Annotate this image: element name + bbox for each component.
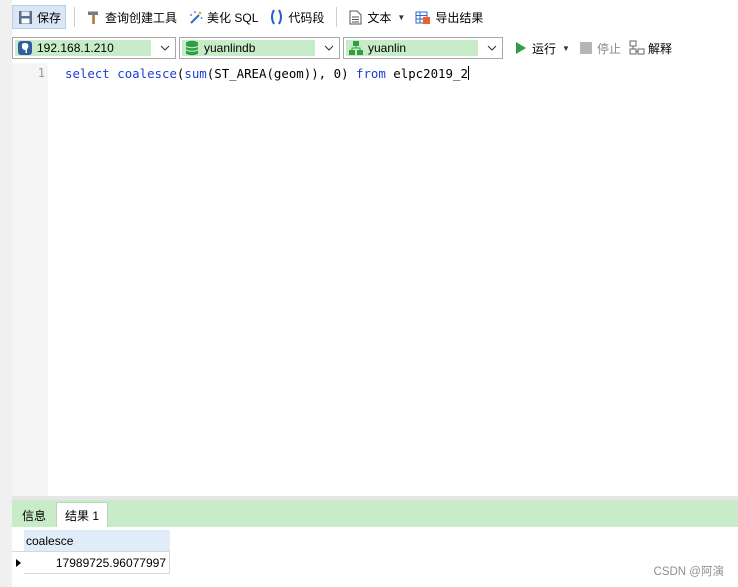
query-builder-label: 查询创建工具	[105, 10, 178, 25]
postgres-elephant-icon	[17, 40, 33, 56]
result-grid: coalesce 17989725.96077997	[12, 530, 170, 574]
explain-button[interactable]: 解释	[629, 40, 672, 57]
row-header-corner	[12, 530, 24, 551]
explain-label: 解释	[647, 41, 672, 56]
code-snippet-label: 代码段	[288, 10, 325, 25]
stop-icon	[579, 42, 592, 54]
chevron-down-icon[interactable]	[319, 38, 339, 58]
sql-text: )	[341, 66, 356, 81]
save-icon	[17, 9, 33, 25]
table-row[interactable]: 17989725.96077997	[12, 552, 170, 574]
save-label: 保存	[37, 10, 62, 25]
line-number: 1	[37, 66, 45, 80]
text-mode-label: 文本	[367, 10, 392, 25]
sql-keyword: select	[65, 66, 110, 81]
chevron-down-icon[interactable]	[482, 38, 502, 58]
explain-icon	[629, 40, 645, 56]
beautify-sql-label: 美化 SQL	[207, 10, 259, 25]
sql-function: coalesce	[117, 66, 177, 81]
run-label: 运行	[532, 41, 557, 56]
grid-header: coalesce	[12, 530, 170, 552]
row-pointer-icon	[12, 552, 24, 574]
sql-editor[interactable]: 1 select coalesce(sum(ST_AREA(geom)), 0)…	[12, 63, 738, 496]
sql-keyword: from	[356, 66, 386, 81]
code-line[interactable]: select coalesce(sum(ST_AREA(geom)), 0) f…	[65, 66, 469, 81]
run-button[interactable]: 运行 ▼	[514, 40, 570, 57]
watermark: CSDN @阿演	[653, 566, 724, 578]
text-mode-button[interactable]: 文本 ▼	[343, 5, 409, 29]
chevron-down-icon[interactable]: ▼	[397, 13, 405, 22]
beautify-sql-button[interactable]: 美化 SQL	[183, 5, 262, 29]
chevron-down-icon[interactable]: ▼	[562, 44, 570, 53]
sql-text: (ST_AREA(geom)),	[206, 66, 334, 81]
play-icon	[514, 41, 528, 55]
document-icon	[347, 9, 363, 25]
column-header-coalesce[interactable]: coalesce	[24, 530, 170, 551]
sql-number: 0	[333, 66, 342, 81]
tab-info[interactable]: 信息	[14, 504, 54, 527]
database-icon	[184, 40, 200, 56]
table-cell[interactable]: 17989725.96077997	[24, 552, 170, 574]
line-number-gutter: 1	[12, 63, 48, 496]
hammer-icon	[85, 9, 101, 25]
schema-value: yuanlin	[368, 41, 407, 55]
sql-text: elpc2019_2	[385, 66, 468, 81]
text-cursor	[467, 66, 469, 80]
result-tabbar: 信息 结果 1	[12, 500, 738, 527]
left-panel-strip	[0, 0, 12, 587]
connection-value: 192.168.1.210	[37, 41, 114, 55]
export-result-label: 导出结果	[435, 10, 484, 25]
code-snippet-button[interactable]: 代码段	[264, 5, 328, 29]
schema-select[interactable]: yuanlin	[343, 37, 503, 59]
schema-icon	[348, 40, 364, 56]
toolbar-separator	[336, 7, 338, 27]
main-toolbar: 保存 查询创建工具 美化 SQL 代码段 文本 ▼ 导出结果	[12, 3, 738, 31]
database-select[interactable]: yuanlindb	[179, 37, 340, 59]
connection-select[interactable]: 192.168.1.210	[12, 37, 176, 59]
sql-function: sum	[184, 66, 207, 81]
toolbar-separator	[74, 7, 76, 27]
chevron-down-icon[interactable]	[155, 38, 175, 58]
save-button[interactable]: 保存	[12, 5, 67, 29]
connection-toolbar: 192.168.1.210 yuanlindb yuanlin 运行 ▼ 停止	[12, 36, 738, 60]
database-value: yuanlindb	[204, 41, 256, 55]
stop-label: 停止	[596, 41, 621, 56]
export-result-button[interactable]: 导出结果	[411, 5, 487, 29]
stop-button[interactable]: 停止	[579, 40, 621, 57]
parentheses-icon	[268, 9, 284, 25]
tab-result-1[interactable]: 结果 1	[56, 502, 109, 527]
magic-wand-icon	[187, 9, 203, 25]
export-grid-icon	[415, 9, 431, 25]
query-builder-button[interactable]: 查询创建工具	[81, 5, 181, 29]
